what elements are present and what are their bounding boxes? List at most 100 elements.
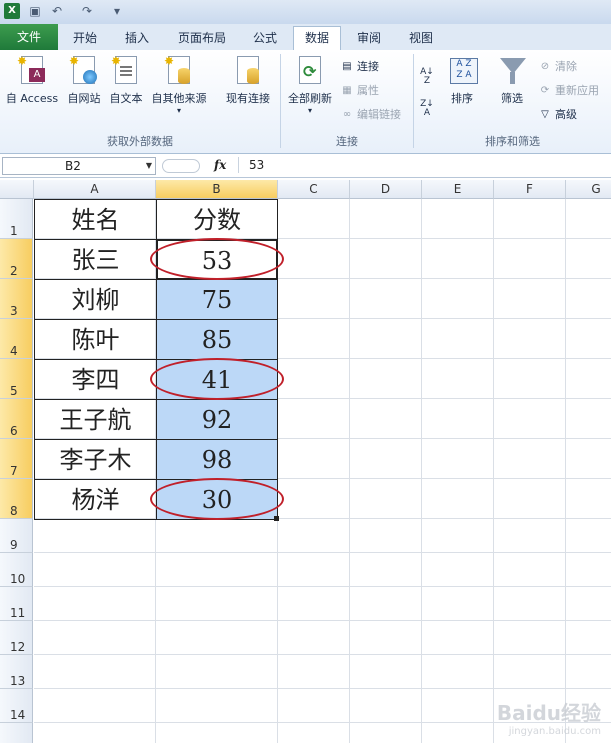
- worksheet-grid[interactable]: A B C D E F G 1 2 3 4 5 6 7 8 9 10 11 12…: [0, 180, 611, 743]
- select-all-corner[interactable]: [0, 180, 34, 199]
- undo-icon[interactable]: ↶: [50, 4, 64, 18]
- row-header-2[interactable]: 2: [0, 239, 33, 279]
- clear-filter-icon: ⊘: [540, 61, 550, 72]
- column-header-b[interactable]: B: [156, 180, 278, 199]
- name-cell[interactable]: 王子航: [34, 399, 157, 440]
- advanced-filter-icon: ▽: [541, 109, 549, 120]
- row-header-7[interactable]: 7: [0, 439, 33, 479]
- fill-handle[interactable]: [274, 516, 279, 521]
- row-header-4[interactable]: 4: [0, 319, 33, 359]
- annotation-circle: [150, 478, 284, 520]
- sort-az-icon: A↓ Z: [420, 67, 434, 86]
- row-header-10[interactable]: 10: [0, 553, 33, 587]
- name-cell[interactable]: 刘柳: [34, 279, 157, 320]
- web-icon: ✸: [69, 54, 99, 86]
- row-header-15[interactable]: [0, 723, 33, 743]
- row-header-1[interactable]: 1: [0, 199, 33, 239]
- tab-home[interactable]: 开始: [62, 27, 108, 49]
- sort-ascending-button[interactable]: A↓ Z: [420, 66, 437, 90]
- reapply-filter-button[interactable]: ⟳ 重新应用: [538, 82, 599, 100]
- tab-view[interactable]: 视图: [400, 27, 442, 49]
- row-header-12[interactable]: 12: [0, 621, 33, 655]
- name-cell[interactable]: 陈叶: [34, 319, 157, 360]
- from-other-sources-button[interactable]: ✸ 自其他来源 ▾: [146, 54, 212, 115]
- column-header-d[interactable]: D: [350, 180, 422, 199]
- annotation-circle: [150, 358, 284, 400]
- name-cell[interactable]: 李子木: [34, 439, 157, 480]
- connections-icon: ▤: [342, 61, 352, 72]
- header-cell-name[interactable]: 姓名: [34, 199, 157, 240]
- link-icon: ∞: [342, 109, 352, 120]
- group-label-get-external-data: 获取外部数据: [107, 135, 173, 148]
- score-cell[interactable]: 85: [156, 319, 278, 360]
- column-header-e[interactable]: E: [422, 180, 494, 199]
- score-cell[interactable]: 75: [156, 279, 278, 320]
- sort-dialog-icon: A ZZ A: [447, 56, 478, 86]
- row-header-9[interactable]: 9: [0, 519, 33, 553]
- name-cell[interactable]: 张三: [34, 239, 157, 280]
- existing-connections-button[interactable]: 现有连接: [220, 56, 276, 106]
- formula-bar: B2 ▼ fx 53: [0, 155, 611, 178]
- refresh-icon: ⟳: [295, 56, 325, 86]
- watermark: Baidu经验 jingyan.baidu.com: [496, 701, 601, 737]
- edit-links-button[interactable]: ∞ 编辑链接: [340, 106, 401, 124]
- funnel-icon: [497, 56, 527, 86]
- from-text-button[interactable]: ✸ 自文本: [106, 54, 146, 106]
- existing-connections-icon: [233, 56, 263, 86]
- column-header-c[interactable]: C: [278, 180, 350, 199]
- group-separator: [280, 54, 281, 148]
- dropdown-arrow-icon: ▾: [176, 106, 181, 115]
- insert-function-icon[interactable]: fx: [214, 158, 226, 172]
- column-header-g[interactable]: G: [566, 180, 611, 199]
- group-label-sort-filter: 排序和筛选: [485, 135, 540, 148]
- refresh-all-button[interactable]: ⟳ 全部刷新 ▾: [284, 56, 336, 115]
- sort-button[interactable]: A ZZ A 排序: [444, 56, 480, 106]
- score-cell[interactable]: 98: [156, 439, 278, 480]
- column-header-f[interactable]: F: [494, 180, 566, 199]
- database-icon: ✸: [164, 54, 194, 86]
- quick-access-toolbar: X ▣ ↶ ↷ ▾: [0, 0, 611, 24]
- formula-bar-toggle[interactable]: [162, 159, 200, 173]
- reapply-icon: ⟳: [540, 85, 550, 96]
- tab-page-layout[interactable]: 页面布局: [170, 27, 234, 49]
- ribbon-data: ✸ A 自 Access ✸ 自网站 ✸ 自文本 ✸ 自其他来源 ▾ 现有连接 获…: [0, 50, 611, 154]
- tab-file[interactable]: 文件: [0, 24, 58, 50]
- column-header-a[interactable]: A: [34, 180, 156, 199]
- header-cell-score[interactable]: 分数: [156, 199, 278, 240]
- row-header-14[interactable]: 14: [0, 689, 33, 723]
- sort-descending-button[interactable]: Z↓ A: [420, 98, 437, 122]
- score-cell[interactable]: 92: [156, 399, 278, 440]
- tab-insert[interactable]: 插入: [114, 27, 160, 49]
- customize-qat-icon[interactable]: ▾: [110, 4, 124, 18]
- from-access-button[interactable]: ✸ A 自 Access: [2, 54, 62, 106]
- name-box[interactable]: B2 ▼: [2, 157, 156, 175]
- name-cell[interactable]: 李四: [34, 359, 157, 400]
- filter-button[interactable]: 筛选: [494, 56, 530, 106]
- row-header-8[interactable]: 8: [0, 479, 33, 519]
- chevron-down-icon: ▼: [145, 161, 152, 170]
- text-file-icon: ✸: [111, 54, 141, 86]
- excel-logo-icon: X: [4, 3, 20, 19]
- row-header-3[interactable]: 3: [0, 279, 33, 319]
- formula-input[interactable]: 53: [238, 157, 611, 173]
- sort-za-icon: Z↓ A: [420, 99, 434, 118]
- annotation-circle: [150, 238, 284, 280]
- row-header-6[interactable]: 6: [0, 399, 33, 439]
- advanced-filter-button[interactable]: ▽ 高级: [538, 106, 577, 124]
- redo-icon[interactable]: ↷: [80, 4, 94, 18]
- connections-button[interactable]: ▤ 连接: [340, 58, 379, 76]
- row-header-5[interactable]: 5: [0, 359, 33, 399]
- ribbon-tabs: 文件 开始 插入 页面布局 公式 数据 审阅 视图: [0, 24, 611, 52]
- tab-review[interactable]: 审阅: [348, 27, 390, 49]
- tab-data[interactable]: 数据: [293, 26, 341, 52]
- name-cell[interactable]: 杨洋: [34, 479, 157, 520]
- row-header-13[interactable]: 13: [0, 655, 33, 689]
- tab-formulas[interactable]: 公式: [244, 27, 286, 49]
- save-icon[interactable]: ▣: [28, 4, 42, 18]
- clear-filter-button[interactable]: ⊘ 清除: [538, 58, 577, 76]
- properties-icon: ▦: [342, 85, 352, 96]
- from-web-button[interactable]: ✸ 自网站: [62, 54, 106, 106]
- row-header-11[interactable]: 11: [0, 587, 33, 621]
- properties-button[interactable]: ▦ 属性: [340, 82, 379, 100]
- group-label-connections: 连接: [336, 135, 358, 148]
